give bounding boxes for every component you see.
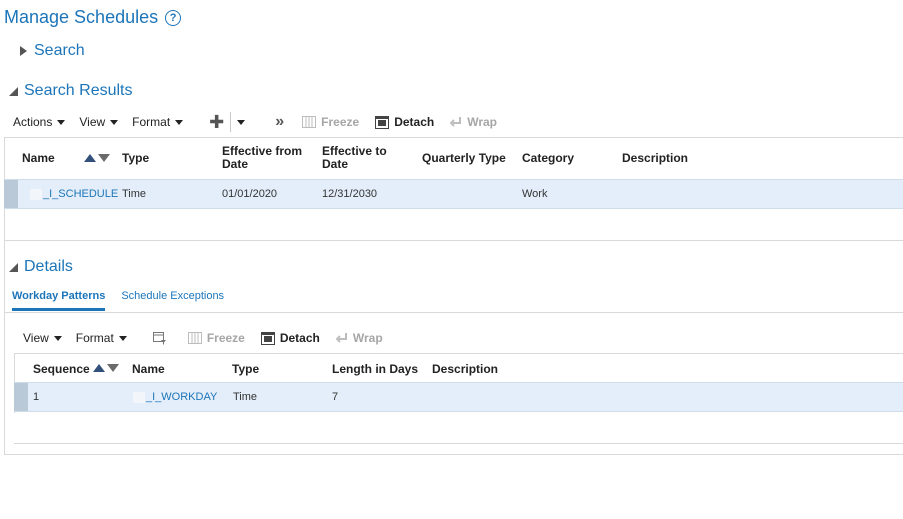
wrap-icon bbox=[335, 332, 348, 344]
search-results-toolbar: Actions View Format ✚ » Freeze Detach Wr… bbox=[13, 112, 513, 132]
detach-icon bbox=[260, 331, 275, 345]
column-header-type[interactable]: Type bbox=[122, 152, 149, 165]
wrap-button[interactable]: Wrap bbox=[450, 115, 497, 129]
expand-icon bbox=[20, 46, 27, 56]
caret-down-icon bbox=[110, 120, 119, 125]
redacted-text bbox=[133, 391, 145, 403]
caret-down-icon bbox=[57, 120, 66, 125]
tabs-border bbox=[4, 312, 903, 313]
column-header-name[interactable]: Name bbox=[22, 152, 55, 165]
column-header-quarterly-type[interactable]: Quarterly Type bbox=[422, 152, 506, 165]
details-table-border-bottom bbox=[14, 443, 903, 444]
detach-icon bbox=[375, 115, 390, 129]
column-header-length-in-days[interactable]: Length in Days bbox=[332, 363, 418, 376]
caret-down-icon bbox=[175, 120, 184, 125]
cell-effective-from: 01/01/2020 bbox=[222, 188, 278, 200]
add-button[interactable]: ✚ bbox=[209, 113, 224, 131]
schedule-name-link[interactable]: _I_SCHEDULE bbox=[30, 188, 118, 200]
details-tabs: Workday Patterns Schedule Exceptions bbox=[12, 290, 240, 311]
freeze-button[interactable]: Freeze bbox=[187, 331, 245, 345]
column-header-description[interactable]: Description bbox=[432, 363, 498, 376]
view-menu[interactable]: View bbox=[79, 115, 119, 129]
cell-length-in-days: 7 bbox=[332, 391, 339, 403]
sort-ascending-icon[interactable] bbox=[84, 154, 96, 162]
sort-controls[interactable] bbox=[93, 364, 119, 372]
search-results-table-header: Name Type Effective from Date Effective … bbox=[0, 144, 903, 178]
freeze-button[interactable]: Freeze bbox=[302, 115, 359, 129]
caret-down-icon bbox=[237, 120, 246, 125]
column-header-type[interactable]: Type bbox=[232, 363, 259, 376]
sort-controls[interactable] bbox=[84, 154, 110, 162]
table-border-top bbox=[4, 137, 903, 138]
format-menu[interactable]: Format bbox=[76, 331, 127, 345]
caret-down-icon bbox=[118, 336, 127, 341]
collapse-icon bbox=[9, 262, 18, 272]
workday-name-link[interactable]: _I_WORKDAY bbox=[133, 391, 217, 403]
sort-descending-icon[interactable] bbox=[98, 154, 110, 162]
cell-category: Work bbox=[522, 188, 548, 200]
column-header-description[interactable]: Description bbox=[622, 152, 688, 165]
toolbar-separator bbox=[230, 112, 232, 132]
caret-down-icon bbox=[53, 336, 62, 341]
freeze-icon bbox=[187, 332, 202, 344]
details-table-header: Sequence Name Type Length in Days Descri… bbox=[0, 360, 903, 380]
plus-icon: ✚ bbox=[209, 112, 225, 132]
filter-icon bbox=[152, 331, 167, 345]
format-menu[interactable]: Format bbox=[132, 115, 184, 129]
row-selection-marker bbox=[14, 383, 28, 411]
cell-type: Time bbox=[233, 391, 258, 403]
tab-workday-patterns[interactable]: Workday Patterns bbox=[12, 290, 106, 311]
column-header-effective-to[interactable]: Effective to Date bbox=[322, 145, 387, 171]
panel-border-bottom bbox=[4, 454, 903, 455]
double-chevron-right-icon: » bbox=[275, 113, 284, 130]
search-results-section-toggle[interactable]: Search Results bbox=[9, 82, 133, 100]
help-icon[interactable]: ? bbox=[165, 9, 182, 26]
freeze-icon bbox=[302, 116, 317, 128]
detach-button[interactable]: Detach bbox=[260, 331, 320, 345]
more-button[interactable]: » bbox=[275, 113, 284, 131]
cell-effective-to: 12/31/2030 bbox=[322, 188, 378, 200]
cell-type: Time bbox=[122, 188, 147, 200]
search-section-toggle[interactable]: Search bbox=[20, 42, 85, 60]
view-menu[interactable]: View bbox=[23, 331, 62, 345]
wrap-icon bbox=[450, 116, 462, 128]
tab-schedule-exceptions[interactable]: Schedule Exceptions bbox=[121, 290, 224, 311]
details-section-toggle[interactable]: Details bbox=[9, 258, 73, 276]
page-title: Manage Schedules ? bbox=[4, 7, 182, 28]
column-header-sequence[interactable]: Sequence bbox=[33, 363, 90, 376]
sort-descending-icon[interactable] bbox=[107, 364, 119, 372]
actions-menu[interactable]: Actions bbox=[13, 115, 66, 129]
wrap-button[interactable]: Wrap bbox=[335, 331, 383, 345]
section-divider bbox=[4, 240, 903, 241]
details-toolbar: View Format Freeze Detach Wrap bbox=[23, 328, 399, 348]
query-by-example-button[interactable] bbox=[152, 331, 172, 345]
redacted-text bbox=[30, 188, 42, 200]
column-header-category[interactable]: Category bbox=[522, 152, 574, 165]
column-header-name[interactable]: Name bbox=[132, 363, 165, 376]
sort-ascending-icon[interactable] bbox=[93, 364, 105, 372]
cell-sequence: 1 bbox=[33, 391, 40, 403]
row-selection-marker bbox=[4, 180, 18, 208]
table-row[interactable]: _I_SCHEDULE Time 01/01/2020 12/31/2030 W… bbox=[4, 179, 903, 209]
details-table-border-top bbox=[14, 353, 903, 354]
column-header-effective-from[interactable]: Effective from Date bbox=[222, 145, 302, 171]
table-row[interactable]: 1 _I_WORKDAY Time 7 bbox=[14, 382, 903, 412]
collapse-icon bbox=[9, 86, 18, 96]
detach-button[interactable]: Detach bbox=[375, 115, 434, 129]
add-dropdown[interactable] bbox=[237, 119, 246, 125]
